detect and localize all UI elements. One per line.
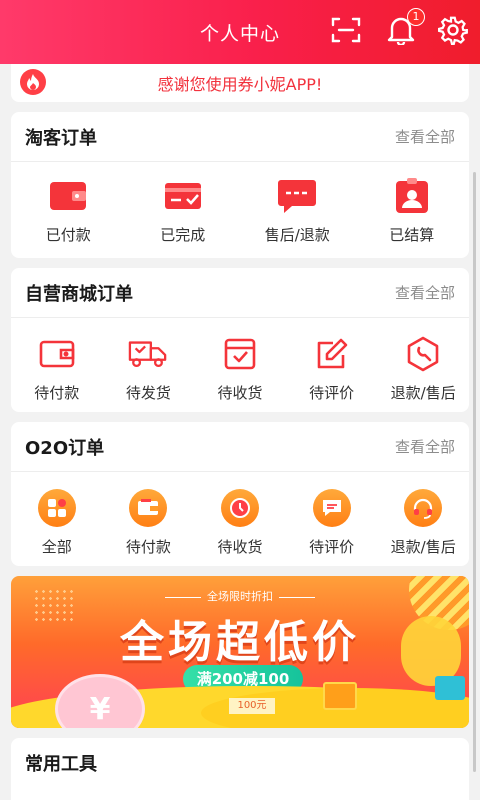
o2o-pending-receipt-label: 待收货 [217,538,263,556]
taoke-view-all-link[interactable]: 查看全部 [395,126,455,147]
mall-orders-header: 自营商城订单 查看全部 [11,268,469,318]
taoke-completed-label: 已完成 [160,226,206,244]
headset-icon [404,489,443,527]
mall-pending-payment-button[interactable]: 待付款 [11,334,103,403]
gear-icon[interactable] [437,14,469,46]
taoke-completed-button[interactable]: 已完成 [126,176,241,245]
taoke-refund-button[interactable]: 售后/退款 [240,176,355,245]
o2o-all-label: 全部 [41,538,72,556]
taoke-refund-label: 售后/退款 [264,226,330,244]
mall-orders-card: 自营商城订单 查看全部 待付款 待发货 待收货 待评价 退款/售后 [11,268,469,412]
o2o-pending-payment-label: 待付款 [125,538,171,556]
wallet-outline-icon [37,334,77,374]
gift-box-icon-2 [435,676,465,700]
card-check-icon [163,176,203,216]
taoke-orders-title: 淘客订单 [25,127,97,149]
flame-icon [20,69,46,95]
banner-coin: ¥ [55,674,145,728]
taoke-orders-header: 淘客订单 查看全部 [11,112,469,162]
notice-text: 感谢您使用券小妮APP! [157,75,323,94]
o2o-orders-header: O2O订单 查看全部 [11,422,469,472]
o2o-orders-title: O2O订单 [25,437,105,459]
mall-pending-receipt-button[interactable]: 待收货 [194,334,286,403]
tools-header: 常用工具 [11,738,469,788]
banner-title: 全场超低价 [120,617,360,668]
wallet-icon [129,489,168,527]
page-title: 个人中心 [199,22,280,45]
o2o-orders-card: O2O订单 查看全部 全部 待付款 待收货 待评价 退款/售后 [11,422,469,566]
notification-bell-icon[interactable]: 1 [385,8,425,46]
taoke-paid-label: 已付款 [45,226,91,244]
o2o-pending-receipt-button[interactable]: 待收货 [194,488,286,557]
tools-card: 常用工具 [11,738,469,800]
o2o-pending-payment-button[interactable]: 待付款 [103,488,195,557]
tools-title: 常用工具 [25,754,97,775]
comment-icon [312,489,351,527]
grid-icon [37,489,76,527]
taoke-settled-label: 已结算 [389,226,435,244]
mall-pending-shipment-button[interactable]: 待发货 [103,334,195,403]
mall-pending-payment-label: 待付款 [34,384,80,402]
mall-refund-button[interactable]: 退款/售后 [377,334,469,403]
taoke-settled-button[interactable]: 已结算 [355,176,470,245]
gift-box-icon [323,682,357,710]
mall-pending-receipt-label: 待收货 [217,384,263,402]
o2o-refund-label: 退款/售后 [390,538,456,556]
mall-refund-label: 退款/售后 [390,384,456,402]
taoke-paid-button[interactable]: 已付款 [11,176,126,245]
mall-pending-shipment-label: 待发货 [125,384,171,402]
o2o-pending-review-button[interactable]: 待评价 [286,488,378,557]
scan-icon[interactable] [330,14,362,46]
box-check-icon [220,334,260,374]
o2o-pending-review-label: 待评价 [309,538,355,556]
banner-subtitle: 全场限时折扣 [11,588,469,604]
mall-view-all-link[interactable]: 查看全部 [395,282,455,303]
chat-bubble-icon [277,176,317,216]
taoke-orders-card: 淘客订单 查看全部 已付款 已完成 售后/退款 已结算 [11,112,469,258]
notice-bar: 感谢您使用券小妮APP! [11,64,469,102]
banner-coupon: 100元 [229,698,275,714]
wrench-hex-icon [403,334,443,374]
header-bar: 个人中心 1 [0,0,480,64]
promo-banner[interactable]: 全场限时折扣 全场超低价 满200减100 ¥ 100元 [11,576,469,728]
mall-orders-title: 自营商城订单 [25,283,133,305]
notification-badge: 1 [407,8,425,26]
edit-icon [312,334,352,374]
o2o-view-all-link[interactable]: 查看全部 [395,436,455,457]
scrollbar[interactable] [473,172,476,772]
o2o-refund-button[interactable]: 退款/售后 [377,488,469,557]
o2o-all-button[interactable]: 全部 [11,488,103,557]
clock-icon [220,489,259,527]
truck-icon [128,334,168,374]
user-badge-icon [392,176,432,216]
wallet-icon [48,176,88,216]
mall-pending-review-button[interactable]: 待评价 [286,334,378,403]
mall-pending-review-label: 待评价 [309,384,355,402]
